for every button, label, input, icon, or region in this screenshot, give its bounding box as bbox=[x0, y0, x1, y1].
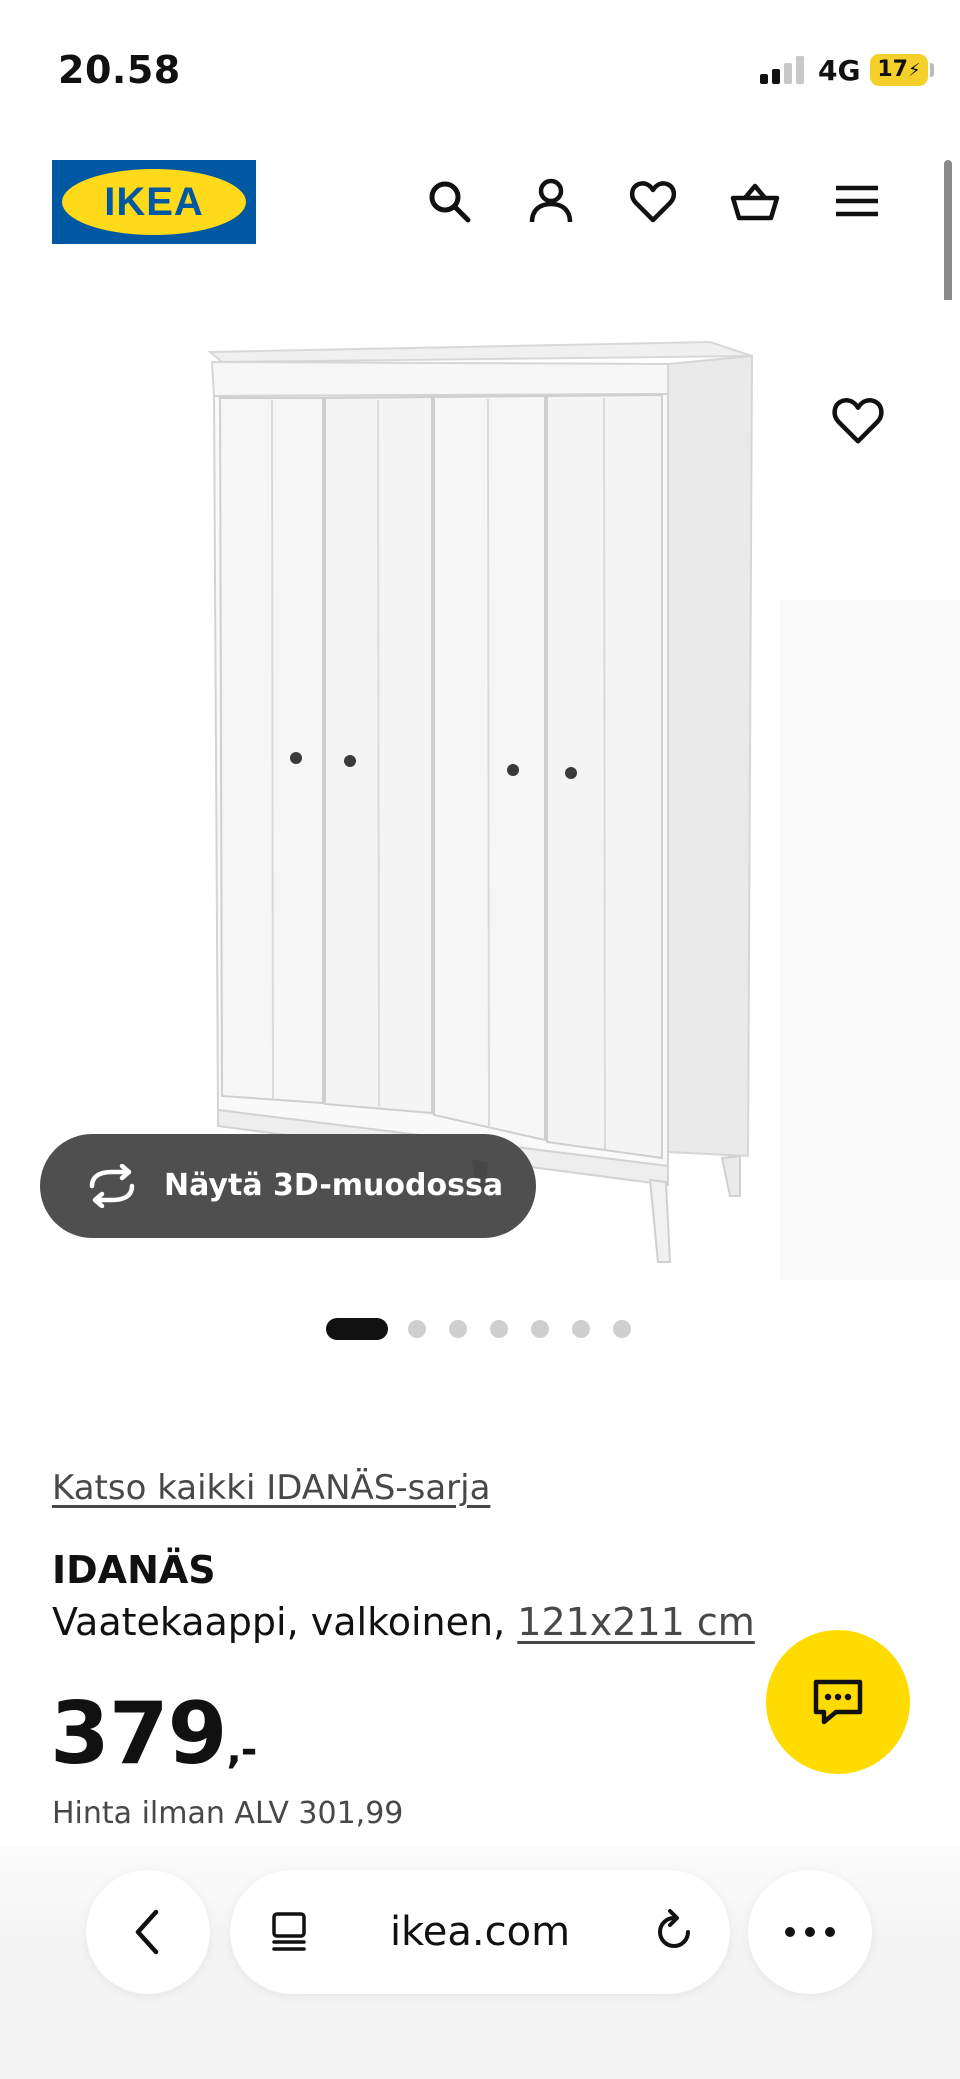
battery-icon: 17⚡ bbox=[870, 54, 928, 86]
more-button[interactable] bbox=[748, 1870, 872, 1994]
menu-icon[interactable] bbox=[832, 176, 882, 226]
reload-icon[interactable] bbox=[650, 1908, 698, 1956]
pagination-dot-active[interactable] bbox=[326, 1318, 388, 1340]
price-value: 379 bbox=[50, 1684, 228, 1784]
logo-text: IKEA bbox=[104, 180, 204, 224]
pagination-dot[interactable] bbox=[449, 1320, 467, 1338]
pagination-dot[interactable] bbox=[613, 1320, 631, 1338]
search-icon[interactable] bbox=[424, 176, 474, 226]
pagination-dot[interactable] bbox=[490, 1320, 508, 1338]
pagination-dot[interactable] bbox=[408, 1320, 426, 1338]
chat-button[interactable] bbox=[766, 1630, 910, 1774]
price-without-vat: Hinta ilman ALV 301,99 bbox=[52, 1796, 404, 1831]
pagination-dot[interactable] bbox=[572, 1320, 590, 1338]
logo-oval: IKEA bbox=[62, 169, 246, 235]
view-3d-button[interactable]: Näytä 3D-muodossa bbox=[40, 1134, 536, 1238]
price-suffix: ,- bbox=[226, 1727, 258, 1773]
page-scrollbar[interactable] bbox=[944, 160, 952, 316]
basket-icon[interactable] bbox=[730, 176, 780, 226]
product-price: 379,- bbox=[50, 1684, 258, 1784]
chevron-left-icon bbox=[135, 1909, 159, 1955]
more-icon bbox=[785, 1927, 835, 1937]
network-label: 4G bbox=[818, 54, 861, 87]
pagination-dot[interactable] bbox=[531, 1320, 549, 1338]
back-button[interactable] bbox=[86, 1870, 210, 1994]
product-size-link[interactable]: 121x211 cm bbox=[517, 1600, 755, 1644]
ikea-logo[interactable]: IKEA bbox=[52, 160, 256, 244]
signal-icon bbox=[760, 56, 806, 84]
product-name: IDANÄS bbox=[52, 1548, 216, 1592]
battery-level: 17 bbox=[877, 57, 908, 82]
product-description: Vaatekaappi, valkoinen, 121x211 cm bbox=[52, 1600, 755, 1644]
battery-nub bbox=[930, 63, 934, 77]
series-link[interactable]: Katso kaikki IDANÄS-sarja bbox=[52, 1468, 490, 1508]
heart-icon bbox=[832, 398, 884, 444]
product-wishlist-button[interactable] bbox=[830, 392, 886, 448]
wishlist-icon[interactable] bbox=[628, 176, 678, 226]
status-bar: 20.58 4G 17⚡ bbox=[0, 0, 960, 140]
account-icon[interactable] bbox=[526, 176, 576, 226]
chat-icon bbox=[813, 1679, 863, 1725]
address-bar[interactable]: ikea.com bbox=[230, 1870, 730, 1994]
rotate-3d-icon bbox=[89, 1164, 135, 1208]
product-description-text: Vaatekaappi, valkoinen, bbox=[52, 1600, 518, 1644]
status-time: 20.58 bbox=[58, 48, 181, 92]
view-3d-label: Näytä 3D-muodossa bbox=[164, 1168, 504, 1203]
